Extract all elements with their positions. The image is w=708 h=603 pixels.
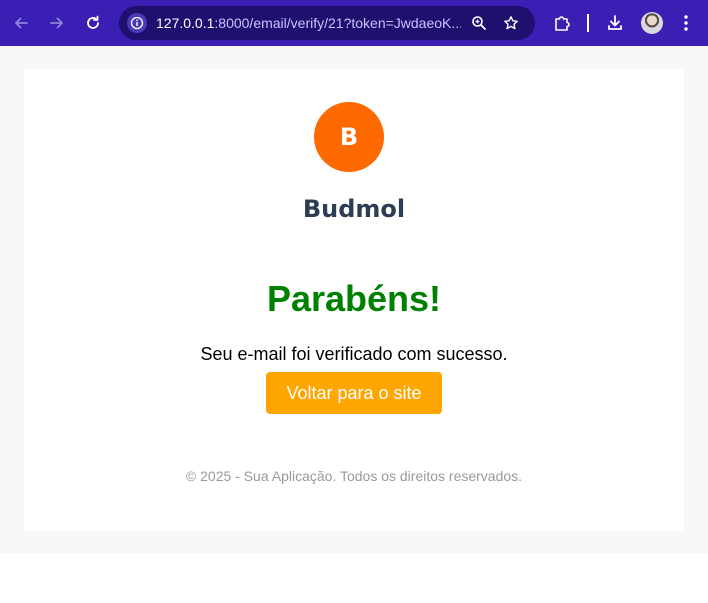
success-headline: Parabéns! bbox=[266, 278, 442, 319]
browser-toolbar: 127.0.0.1:8000/email/verify/21?token=Jwd… bbox=[0, 0, 708, 46]
logo: B bbox=[314, 102, 384, 172]
email-card: B Budmol Parabéns! Seu e-mail foi verifi… bbox=[24, 69, 684, 531]
footer-copyright: © 2025 - Sua Aplicação. Todos os direito… bbox=[185, 468, 523, 484]
arrow-right-icon[interactable] bbox=[45, 11, 69, 35]
logo-letter: B bbox=[339, 123, 359, 151]
arrow-left-icon[interactable] bbox=[9, 11, 33, 35]
kebab-menu-icon[interactable] bbox=[674, 11, 698, 35]
url-text[interactable]: 127.0.0.1:8000/email/verify/21?token=Jwd… bbox=[156, 15, 461, 31]
puzzle-icon[interactable] bbox=[550, 11, 574, 35]
url-host: 127.0.0.1 bbox=[156, 15, 215, 31]
star-icon[interactable] bbox=[501, 13, 521, 33]
download-icon[interactable] bbox=[603, 11, 627, 35]
page-content: B Budmol Parabéns! Seu e-mail foi verifi… bbox=[0, 46, 708, 553]
url-path: :8000/email/verify/21?token=JwdaeoK... bbox=[214, 15, 461, 31]
info-icon[interactable] bbox=[127, 13, 147, 33]
address-bar[interactable]: 127.0.0.1:8000/email/verify/21?token=Jwd… bbox=[119, 6, 535, 40]
success-message: Seu e-mail foi verificado com sucesso. bbox=[200, 344, 508, 364]
reload-icon[interactable] bbox=[81, 11, 105, 35]
back-to-site-button[interactable]: Voltar para o site bbox=[266, 372, 442, 414]
toolbar-divider bbox=[587, 14, 589, 32]
brand-name: Budmol bbox=[302, 195, 406, 223]
zoom-icon[interactable] bbox=[469, 13, 489, 33]
profile-avatar[interactable] bbox=[641, 12, 663, 34]
back-to-site-label: Voltar para o site bbox=[286, 382, 422, 403]
